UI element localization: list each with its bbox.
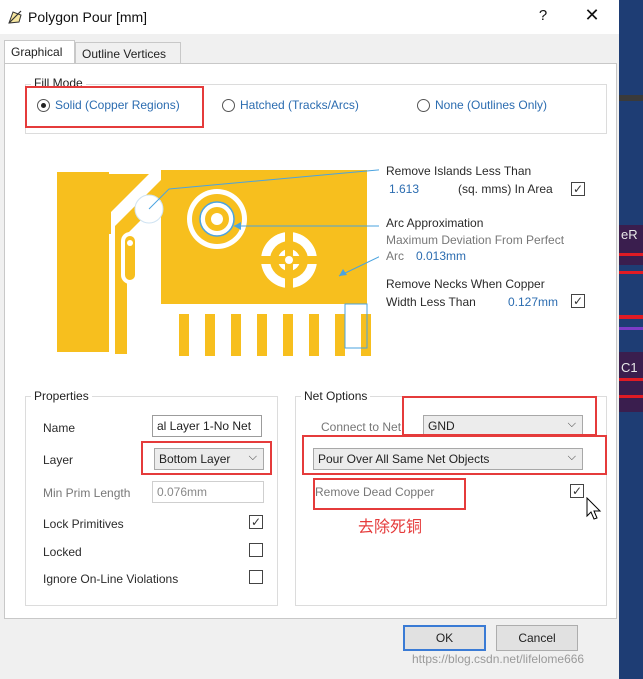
remove-necks-checkbox[interactable]: ✓ xyxy=(571,294,585,308)
arc-approx-desc1: Maximum Deviation From Perfect xyxy=(386,233,565,247)
lock-primitives-checkbox[interactable]: ✓ xyxy=(249,515,263,529)
watermark-text: https://blog.csdn.net/lifelome666 xyxy=(412,652,585,666)
close-button[interactable]: ✕ xyxy=(580,5,604,29)
background-pcb-strip: eR C1 xyxy=(619,0,643,679)
locked-label: Locked xyxy=(43,545,82,559)
mouse-cursor-icon xyxy=(586,497,602,520)
ignore-online-label: Ignore On-Line Violations xyxy=(43,572,179,586)
radio-hatched-indicator[interactable] xyxy=(222,98,235,112)
net-options-legend: Net Options xyxy=(301,389,371,403)
polygon-pour-diagram xyxy=(57,169,379,356)
name-label: Name xyxy=(43,421,76,435)
radio-none-indicator[interactable] xyxy=(417,98,430,112)
min-prim-input[interactable]: 0.076mm xyxy=(152,481,264,503)
radio-none[interactable]: None (Outlines Only) xyxy=(417,98,547,112)
arc-approx-desc2: Arc xyxy=(386,249,404,263)
highlight-solid xyxy=(25,86,204,128)
radio-none-label: None (Outlines Only) xyxy=(435,98,548,112)
min-prim-label: Min Prim Length xyxy=(43,486,131,500)
radio-hatched-label: Hatched (Tracks/Arcs) xyxy=(240,98,359,112)
cancel-button[interactable]: Cancel xyxy=(496,625,578,651)
annotation-text: 去除死铜 xyxy=(358,517,423,536)
ok-button[interactable]: OK xyxy=(403,625,486,651)
help-button[interactable]: ? xyxy=(533,7,553,27)
window-title: Polygon Pour [mm] xyxy=(28,9,148,25)
remove-necks-label: Remove Necks When Copper xyxy=(386,277,545,291)
tab-outline-vertices[interactable]: Outline Vertices xyxy=(75,42,181,64)
title-bar: Polygon Pour [mm] ? ✕ xyxy=(0,0,643,34)
background-text-b: C1 xyxy=(621,360,638,375)
highlight-pour-over xyxy=(302,435,607,475)
remove-necks-width-label: Width Less Than xyxy=(386,295,476,309)
remove-dead-copper-checkbox[interactable]: ✓ xyxy=(570,484,584,498)
arc-approx-label: Arc Approximation xyxy=(386,216,484,230)
highlight-layer xyxy=(141,441,272,475)
background-text-a: eR xyxy=(621,227,638,242)
graphical-panel: Fill Mode Solid (Copper Regions) Hatched… xyxy=(4,63,617,619)
highlight-connect-net xyxy=(402,396,597,436)
remove-islands-value[interactable]: 1.613 xyxy=(389,182,419,196)
locked-checkbox[interactable] xyxy=(249,543,263,557)
name-input[interactable]: al Layer 1-No Net xyxy=(152,415,262,437)
polygon-pour-icon xyxy=(8,10,22,24)
remove-islands-unit: (sq. mms) In Area xyxy=(458,182,553,196)
radio-hatched[interactable]: Hatched (Tracks/Arcs) xyxy=(222,98,359,112)
layer-label: Layer xyxy=(43,453,74,467)
properties-legend: Properties xyxy=(31,389,92,403)
ignore-online-checkbox[interactable] xyxy=(249,570,263,584)
connect-to-net-label: Connect to Net xyxy=(321,420,402,434)
remove-necks-value[interactable]: 0.127mm xyxy=(508,295,558,309)
arc-approx-value[interactable]: 0.013mm xyxy=(416,249,466,263)
remove-islands-label: Remove Islands Less Than xyxy=(386,164,532,178)
highlight-remove-dead-copper xyxy=(313,478,466,510)
remove-islands-checkbox[interactable]: ✓ xyxy=(571,182,585,196)
lock-primitives-label: Lock Primitives xyxy=(43,517,124,531)
tab-graphical[interactable]: Graphical xyxy=(4,40,75,64)
